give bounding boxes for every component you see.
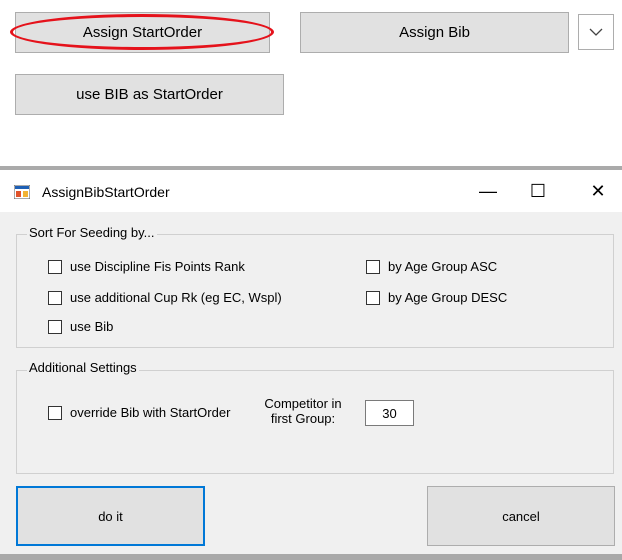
checkbox-override-bib[interactable]: override Bib with StartOrder <box>48 405 230 420</box>
checkbox-label: use Discipline Fis Points Rank <box>70 259 245 274</box>
maximize-icon: ☐ <box>529 180 547 201</box>
checkbox-box[interactable] <box>366 259 380 274</box>
checkbox-age-group-asc[interactable]: by Age Group ASC <box>366 259 497 274</box>
use-bib-as-startorder-label: use BIB as StartOrder <box>76 86 223 103</box>
checkbox-label: by Age Group ASC <box>388 259 498 274</box>
checkbox-label: override Bib with StartOrder <box>70 405 231 420</box>
title-bar[interactable]: AssignBibStartOrder — ☐ ✕ <box>0 170 622 212</box>
minimize-icon: — <box>479 180 497 201</box>
dropdown-button[interactable] <box>578 14 614 50</box>
assign-bib-startorder-dialog: AssignBibStartOrder — ☐ ✕ Sort For Seedi… <box>0 170 622 560</box>
bottom-border <box>0 554 622 560</box>
close-button[interactable]: ✕ <box>584 180 612 202</box>
checkbox-box[interactable] <box>48 405 62 420</box>
use-bib-as-startorder-button[interactable]: use BIB as StartOrder <box>15 74 284 115</box>
checkbox-box[interactable] <box>366 290 380 305</box>
competitor-first-group-label: Competitor in first Group: <box>264 396 342 426</box>
checkbox-box[interactable] <box>48 319 62 334</box>
checkbox-fis-points-rank[interactable]: use Discipline Fis Points Rank <box>48 259 245 274</box>
app-icon <box>14 185 30 199</box>
assign-startorder-button[interactable]: Assign StartOrder <box>15 12 270 53</box>
sort-seeding-group-label: Sort For Seeding by... <box>27 225 157 240</box>
window-title: AssignBibStartOrder <box>42 184 170 200</box>
do-it-button[interactable]: do it <box>16 486 205 546</box>
checkbox-box[interactable] <box>48 290 62 305</box>
close-icon: ✕ <box>590 180 606 201</box>
checkbox-label: by Age Group DESC <box>388 290 508 305</box>
assign-startorder-label: Assign StartOrder <box>82 24 203 41</box>
chevron-down-icon <box>589 28 603 36</box>
competitor-first-group-input[interactable]: 30 <box>365 400 414 426</box>
checkbox-box[interactable] <box>48 259 62 274</box>
cancel-button[interactable]: cancel <box>427 486 615 546</box>
checkbox-label: use Bib <box>70 319 114 334</box>
checkbox-use-bib[interactable]: use Bib <box>48 319 113 334</box>
assign-bib-button[interactable]: Assign Bib <box>300 12 569 53</box>
additional-settings-group-label: Additional Settings <box>27 360 139 375</box>
minimize-button[interactable]: — <box>474 180 502 202</box>
maximize-button[interactable]: ☐ <box>524 180 552 202</box>
assign-bib-label: Assign Bib <box>399 24 470 41</box>
checkbox-age-group-desc[interactable]: by Age Group DESC <box>366 290 507 305</box>
checkbox-additional-cup-rank[interactable]: use additional Cup Rk (eg EC, Wspl) <box>48 290 282 305</box>
checkbox-label: use additional Cup Rk (eg EC, Wspl) <box>70 290 282 305</box>
